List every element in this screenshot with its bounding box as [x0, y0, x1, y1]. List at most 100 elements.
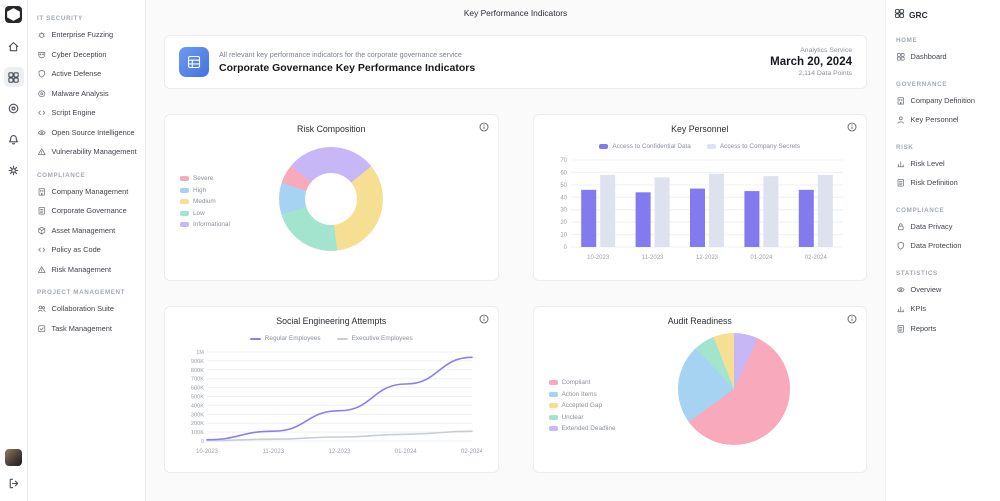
nav-item-data-protection[interactable]: Data Protection: [894, 236, 992, 256]
legend-item-high: High: [180, 187, 230, 194]
nav-item-dashboard[interactable]: Dashboard: [894, 47, 992, 67]
chart-title: Key Personnel: [544, 124, 857, 134]
nav-item-label: Risk Definition: [911, 178, 958, 187]
svg-text:10-2023: 10-2023: [587, 255, 610, 261]
nav-item-label: Overview: [911, 285, 942, 294]
nav-item-label: Script Engine: [52, 108, 96, 117]
svg-text:30: 30: [560, 208, 567, 214]
nav-item-label: Active Defense: [52, 69, 102, 78]
nav-item-script-engine[interactable]: Script Engine: [35, 103, 138, 123]
svg-text:1M: 1M: [196, 350, 204, 356]
info-icon[interactable]: [479, 314, 489, 324]
grc-label: GRC: [909, 10, 928, 20]
analytics-service-label: Analytics Service: [770, 47, 852, 54]
legend-swatch: [549, 415, 558, 420]
collaboration-suite-icon: [37, 304, 47, 314]
legend-item-low: Low: [180, 210, 230, 217]
info-icon[interactable]: [479, 122, 489, 132]
nav-item-label: Open Source Intelligence: [52, 128, 135, 137]
dashboard-icon[interactable]: [4, 67, 24, 87]
legend-swatch: [707, 144, 716, 149]
task-management-icon: [37, 324, 47, 334]
svg-text:500K: 500K: [191, 395, 204, 401]
nav-item-data-privacy[interactable]: Data Privacy: [894, 217, 992, 237]
legend-swatch: [180, 222, 189, 227]
nav-item-task-management[interactable]: Task Management: [35, 319, 138, 339]
nav-item-reports[interactable]: Reports: [894, 319, 992, 339]
legend-swatch: [599, 144, 608, 149]
legend-swatch: [180, 188, 189, 193]
data-privacy-icon: [896, 222, 906, 232]
nav-section-compliance: COMPLIANCE: [896, 207, 990, 214]
risk-definition-icon: [896, 178, 906, 188]
bell-icon[interactable]: [4, 129, 24, 149]
logout-icon[interactable]: [4, 473, 24, 493]
legend-item-informational: Informational: [180, 221, 230, 228]
nav-item-policy-as-code[interactable]: Policy as Code: [35, 240, 138, 260]
header-title: Corporate Governance Key Performance Ind…: [219, 62, 475, 74]
info-icon[interactable]: [847, 122, 857, 132]
nav-section-statistics: STATISTICS: [896, 270, 990, 277]
svg-text:400K: 400K: [191, 403, 204, 409]
user-avatar[interactable]: [5, 449, 22, 466]
target-icon[interactable]: [4, 98, 24, 118]
company-management-icon: [37, 187, 47, 197]
kpis-icon: [896, 304, 906, 314]
nav-item-company-definition[interactable]: Company Definition: [894, 91, 992, 111]
legend-item-extended-deadline: Extended Deadline: [549, 425, 616, 432]
app-logo-icon[interactable]: [5, 6, 22, 23]
svg-text:800K: 800K: [191, 368, 204, 374]
nav-item-active-defense[interactable]: Active Defense: [35, 64, 138, 84]
active-defense-icon: [37, 69, 47, 79]
nav-item-risk-definition[interactable]: Risk Definition: [894, 173, 992, 193]
nav-item-risk-level[interactable]: Risk Level: [894, 154, 992, 174]
nav-item-key-personnel[interactable]: Key Personnel: [894, 110, 992, 130]
svg-text:900K: 900K: [191, 359, 204, 365]
legend-label: Access to Company Secrets: [720, 143, 800, 150]
svg-text:70: 70: [560, 158, 567, 164]
script-engine-icon: [37, 108, 47, 118]
svg-text:20: 20: [560, 220, 567, 226]
nav-item-corporate-governance[interactable]: Corporate Governance: [35, 201, 138, 221]
nav-item-cyber-deception[interactable]: Cyber Deception: [35, 45, 138, 65]
nav-item-overview[interactable]: Overview: [894, 280, 992, 300]
home-icon[interactable]: [4, 36, 24, 56]
line-chart: 0100K200K300K400K500K600K700K800K900K1M1…: [180, 344, 482, 458]
svg-text:12-2023: 12-2023: [696, 255, 719, 261]
chart-title: Risk Composition: [175, 124, 488, 134]
chart-legend: Access to Confidential DataAccess to Com…: [544, 143, 857, 150]
header-meta: Analytics Service March 20, 2024 2,114 D…: [770, 47, 852, 77]
grc-icon: [894, 8, 905, 21]
legend-label: High: [193, 187, 206, 194]
policy-as-code-icon: [37, 245, 47, 255]
chart-legend: Regular EmployeesExecutive Employees: [175, 335, 488, 342]
overview-icon: [896, 285, 906, 295]
nav-item-risk-management[interactable]: Risk Management: [35, 260, 138, 280]
legend-item-unclear: Unclear: [549, 414, 616, 421]
info-icon[interactable]: [847, 314, 857, 324]
svg-text:60: 60: [560, 170, 567, 176]
legend-swatch: [549, 403, 558, 408]
nav-item-company-management[interactable]: Company Management: [35, 182, 138, 202]
nav-section-risk: RISK: [896, 144, 990, 151]
legend-swatch: [549, 426, 558, 431]
svg-text:100K: 100K: [191, 430, 204, 436]
main-content: Key Performance Indicators All relevant …: [146, 0, 885, 501]
nav-item-label: Company Definition: [911, 96, 976, 105]
chart-title: Social Engineering Attempts: [175, 316, 488, 326]
legend-label: Compliant: [562, 379, 591, 386]
legend-swatch: [337, 338, 348, 340]
left-sidebar: IT SECURITYEnterprise FuzzingCyber Decep…: [28, 0, 146, 501]
gear-icon[interactable]: [4, 160, 24, 180]
svg-text:02-2024: 02-2024: [805, 255, 828, 261]
vulnerability-management-icon: [37, 147, 47, 157]
risk-management-icon: [37, 265, 47, 275]
nav-item-vulnerability-management[interactable]: Vulnerability Management: [35, 142, 138, 162]
nav-item-asset-management[interactable]: Asset Management: [35, 221, 138, 241]
nav-item-kpis[interactable]: KPIs: [894, 299, 992, 319]
nav-item-malware-analysis[interactable]: Malware Analysis: [35, 84, 138, 104]
nav-item-enterprise-fuzzing[interactable]: Enterprise Fuzzing: [35, 25, 138, 45]
nav-item-open-source-intelligence[interactable]: Open Source Intelligence: [35, 123, 138, 143]
nav-item-collaboration-suite[interactable]: Collaboration Suite: [35, 299, 138, 319]
legend-item-executive-employees: Executive Employees: [337, 335, 413, 342]
